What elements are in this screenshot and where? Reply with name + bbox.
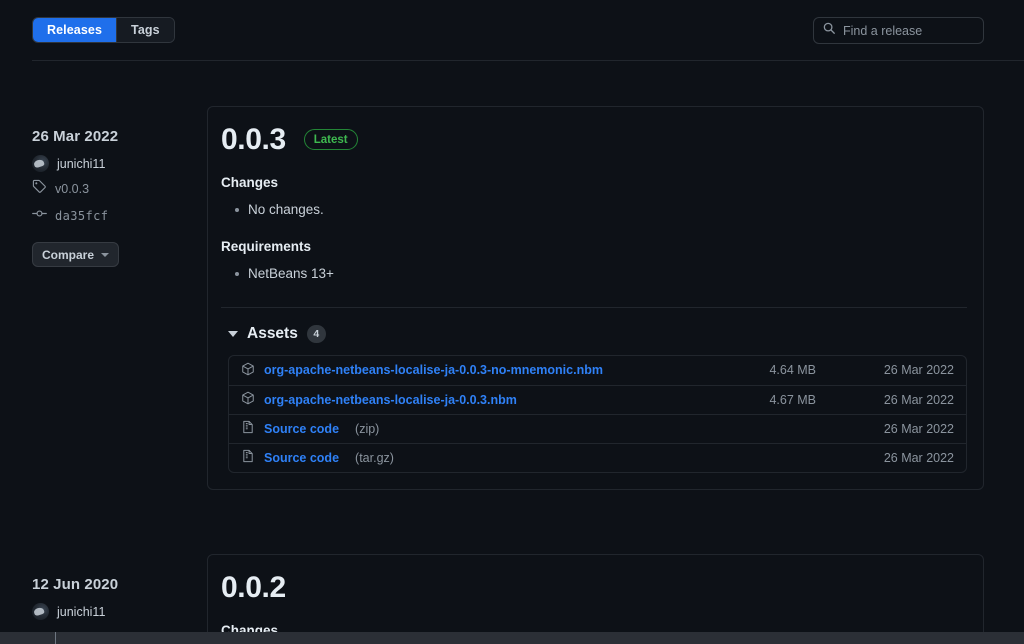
release-tag[interactable]: v0.0.3 bbox=[32, 179, 192, 199]
latest-badge: Latest bbox=[303, 129, 358, 150]
search-icon bbox=[822, 21, 836, 40]
assets-count-badge: 4 bbox=[306, 324, 326, 343]
package-icon bbox=[241, 391, 255, 408]
assets-table: org-apache-netbeans-localise-ja-0.0.3-no… bbox=[228, 354, 967, 473]
package-icon bbox=[241, 362, 255, 379]
assets-toggle[interactable]: Assets 4 bbox=[228, 324, 967, 343]
requirements-list: NetBeans 13+ bbox=[221, 264, 967, 284]
avatar bbox=[32, 603, 49, 620]
asset-size: 4.64 MB bbox=[769, 363, 816, 377]
release-title-row: 0.0.3 Latest bbox=[221, 123, 967, 156]
section-heading-changes: Changes bbox=[221, 623, 279, 632]
compare-button[interactable]: Compare bbox=[32, 242, 120, 267]
tab-tags[interactable]: Tags bbox=[117, 18, 174, 42]
asset-link[interactable]: Source code bbox=[264, 422, 339, 436]
changes-list: No changes. bbox=[221, 200, 967, 220]
release-date: 12 Jun 2020 bbox=[32, 576, 119, 593]
file-zip-icon bbox=[241, 420, 255, 437]
release-meta: 12 Jun 2020 junichi11 bbox=[32, 576, 192, 627]
asset-date: 26 Mar 2022 bbox=[883, 392, 954, 407]
horizontal-scrollbar-thumb[interactable] bbox=[55, 632, 56, 644]
asset-name-cell: org-apache-netbeans-localise-ja-0.0.3.nb… bbox=[241, 391, 696, 408]
releases-tags-toggle[interactable]: Releases Tags bbox=[32, 17, 175, 43]
tab-releases[interactable]: Releases bbox=[33, 18, 117, 42]
asset-date: 26 Mar 2022 bbox=[883, 363, 954, 377]
commit-icon bbox=[32, 206, 47, 226]
asset-link[interactable]: Source code bbox=[264, 451, 339, 465]
release-author[interactable]: junichi11 bbox=[32, 603, 192, 620]
tag-name: v0.0.3 bbox=[55, 182, 90, 196]
file-zip-icon bbox=[241, 449, 255, 466]
section-heading-requirements: Requirements bbox=[221, 239, 312, 255]
release-title: 0.0.3 bbox=[221, 123, 286, 156]
release-card: 0.0.3 Latest Changes No changes. Require… bbox=[207, 106, 984, 490]
author-name: junichi11 bbox=[57, 156, 106, 171]
release-author[interactable]: junichi11 bbox=[32, 155, 192, 172]
asset-name-cell: Source code (zip) bbox=[241, 420, 696, 437]
table-row[interactable]: Source code (tar.gz) 26 Mar 2022 bbox=[229, 442, 966, 472]
asset-extension: (tar.gz) bbox=[355, 450, 394, 465]
chevron-down-icon bbox=[101, 252, 110, 257]
release-card: 0.0.2 Changes bbox=[207, 554, 984, 632]
avatar bbox=[32, 155, 49, 172]
table-row[interactable]: org-apache-netbeans-localise-ja-0.0.3-no… bbox=[229, 356, 966, 385]
asset-date: 26 Mar 2022 bbox=[883, 421, 954, 436]
releases-page: Releases Tags 26 Mar 2022 junichi11 bbox=[0, 0, 1024, 644]
list-item: NetBeans 13+ bbox=[221, 264, 967, 284]
search-input[interactable] bbox=[843, 23, 1004, 38]
asset-extension: (zip) bbox=[355, 421, 380, 436]
tag-icon bbox=[32, 179, 47, 199]
triangle-down-icon bbox=[228, 330, 238, 337]
horizontal-scrollbar[interactable] bbox=[0, 632, 1024, 644]
release-meta: 26 Mar 2022 junichi11 v0.0.3 da35fcf Com… bbox=[32, 128, 192, 267]
header-divider bbox=[32, 60, 1024, 61]
asset-link[interactable]: org-apache-netbeans-localise-ja-0.0.3-no… bbox=[264, 363, 603, 377]
asset-link[interactable]: org-apache-netbeans-localise-ja-0.0.3.nb… bbox=[264, 393, 517, 407]
asset-date: 26 Mar 2022 bbox=[883, 450, 954, 465]
asset-name-cell: org-apache-netbeans-localise-ja-0.0.3-no… bbox=[241, 362, 696, 379]
release-date: 26 Mar 2022 bbox=[32, 128, 119, 145]
table-row[interactable]: Source code (zip) 26 Mar 2022 bbox=[229, 413, 966, 443]
section-heading-changes: Changes bbox=[221, 175, 279, 190]
asset-size: 4.67 MB bbox=[769, 392, 816, 407]
table-row[interactable]: org-apache-netbeans-localise-ja-0.0.3.nb… bbox=[229, 384, 966, 414]
release-title: 0.0.2 bbox=[221, 571, 286, 604]
assets-divider bbox=[221, 306, 967, 308]
asset-name-cell: Source code (tar.gz) bbox=[241, 449, 696, 466]
compare-label: Compare bbox=[42, 247, 95, 262]
release-commit[interactable]: da35fcf bbox=[32, 206, 192, 226]
search-release-box[interactable] bbox=[813, 17, 1004, 44]
list-item: No changes. bbox=[221, 200, 967, 220]
page-scroll-viewport: Releases Tags 26 Mar 2022 junichi11 bbox=[0, 0, 1024, 632]
page-header: Releases Tags bbox=[0, 0, 1024, 60]
author-name: junichi11 bbox=[57, 604, 106, 619]
release-title-row: 0.0.2 bbox=[221, 571, 967, 604]
commit-sha: da35fcf bbox=[55, 209, 109, 223]
assets-label: Assets bbox=[247, 324, 298, 342]
